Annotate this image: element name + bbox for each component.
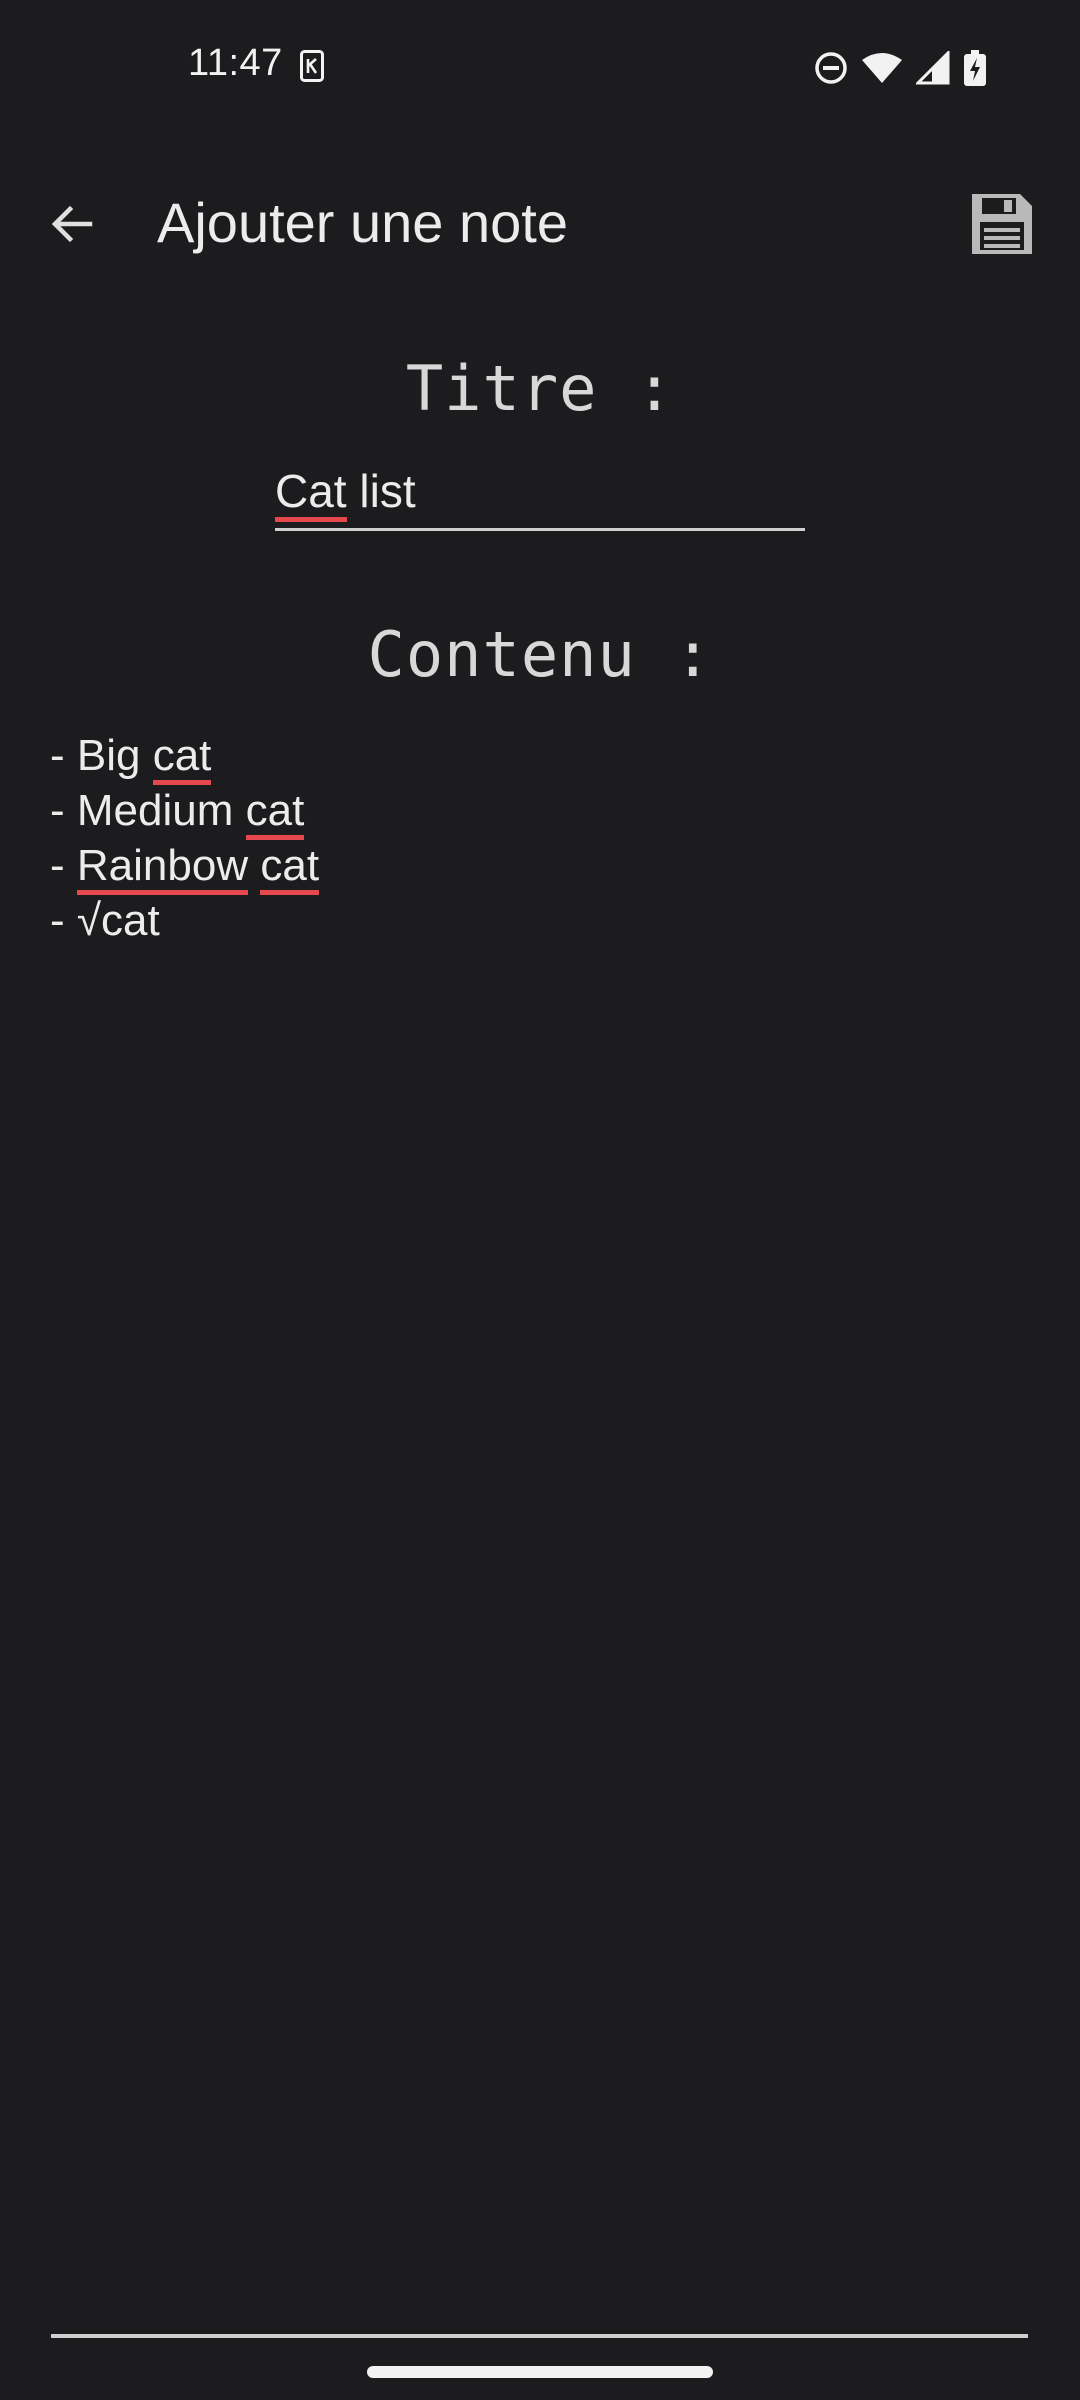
title-input[interactable]: Cat list (275, 458, 805, 524)
back-button[interactable] (36, 188, 108, 260)
gesture-nav-handle[interactable] (367, 2366, 713, 2378)
content-label: Contenu : (367, 618, 713, 691)
misspelled-word: cat (245, 786, 305, 840)
misspelled-word: cat (260, 841, 320, 895)
content-text: - √cat (50, 896, 160, 945)
do-not-disturb-icon (814, 51, 848, 85)
battery-charging-icon (964, 50, 986, 86)
content-line: - Rainbow cat (50, 838, 1030, 895)
page-title: Ajouter une note (157, 191, 568, 254)
content-line: - Medium cat (50, 783, 1030, 840)
cell-signal-icon (916, 51, 950, 85)
status-time: 11:47 (188, 42, 283, 84)
content-text: - Medium (50, 786, 246, 835)
floppy-disk-icon (972, 194, 1032, 254)
screen: 11:47 Ajouter une note Titre: Cat list … (0, 0, 1080, 2400)
content-input-underline (51, 2334, 1028, 2338)
content-text (248, 841, 260, 890)
content-line: - √cat (50, 893, 1030, 948)
content-text: - Big (50, 731, 153, 780)
notification-app-icon (300, 50, 324, 82)
misspelled-word: cat (152, 731, 212, 785)
status-bar: 11:47 (0, 0, 1080, 136)
content-input[interactable]: - Big cat - Medium cat - Rainbow cat - √… (50, 728, 1030, 2278)
misspelled-word: Cat (275, 465, 347, 522)
status-icons (814, 48, 986, 88)
content-text: - (50, 841, 77, 890)
title-input-field[interactable]: Cat list (275, 458, 805, 531)
misspelled-word: Rainbow (76, 841, 249, 895)
save-button[interactable] (964, 186, 1040, 262)
title-label: Titre : (405, 352, 675, 425)
title-input-text: list (346, 465, 416, 517)
wifi-icon (862, 52, 902, 84)
content-line: - Big cat (50, 728, 1030, 785)
app-bar: Ajouter une note (0, 160, 1080, 280)
arrow-left-icon (51, 205, 93, 243)
